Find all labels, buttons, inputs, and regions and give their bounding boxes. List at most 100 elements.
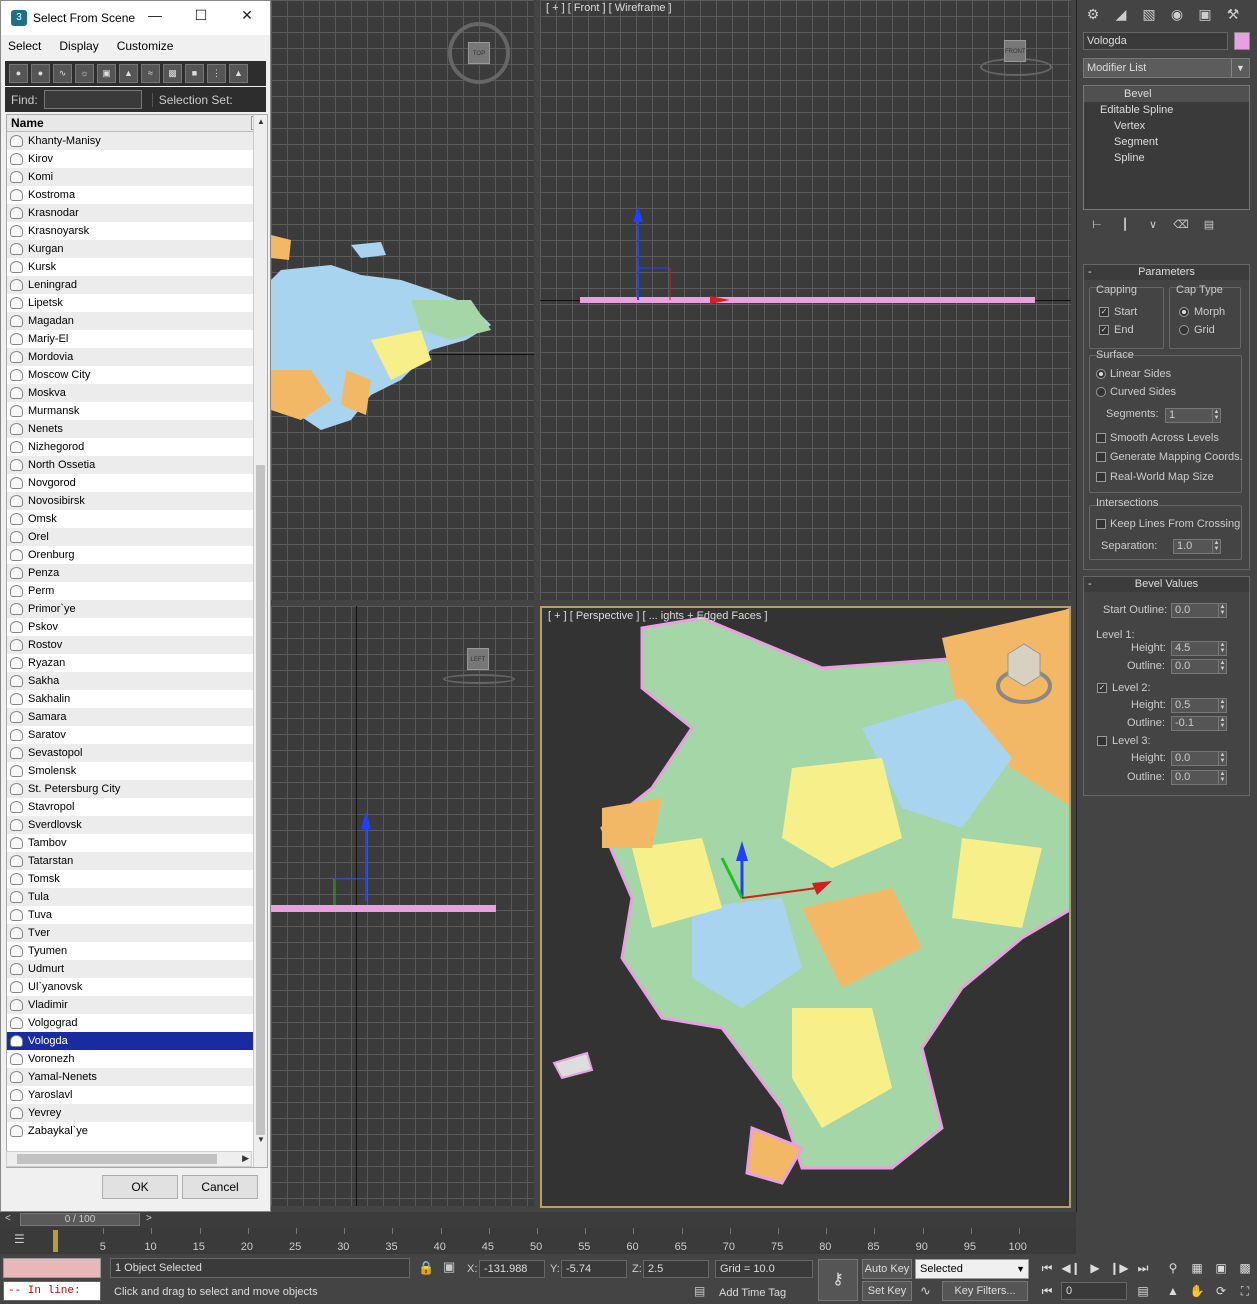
viewport-left[interactable]: LEFT	[271, 606, 534, 1206]
find-input[interactable]	[43, 90, 142, 109]
default-tangent-icon[interactable]: ∿	[920, 1283, 931, 1299]
list-item[interactable]: Vologda	[7, 1032, 253, 1050]
key-mode-icon[interactable]: ⏮	[1037, 1281, 1057, 1301]
zoom-extents-icon[interactable]: ▣	[1211, 1258, 1231, 1278]
list-item[interactable]: Mariy-El	[7, 330, 253, 348]
level2-outline-spinner[interactable]: -0.1 ▲ ▼	[1171, 716, 1227, 731]
auto-key-button[interactable]: Auto Key	[862, 1259, 912, 1279]
curved-sides-radio[interactable]	[1096, 387, 1106, 397]
list-item[interactable]: Leningrad	[7, 276, 253, 294]
configure-sets-icon[interactable]: ▤	[1201, 216, 1217, 234]
close-icon[interactable]: ✕	[236, 7, 258, 29]
viewcube-ring[interactable]	[443, 674, 515, 684]
play-icon[interactable]: ▶	[1085, 1258, 1105, 1278]
start-checkbox[interactable]: ✓	[1099, 307, 1109, 317]
maximize-icon[interactable]: ☐	[190, 7, 212, 29]
hscroll-thumb[interactable]	[17, 1154, 217, 1164]
scroll-right-icon[interactable]: ▶	[242, 1153, 249, 1164]
list-item[interactable]: Tomsk	[7, 870, 253, 888]
viewport-top[interactable]: TOP	[271, 0, 534, 600]
level1-height-spinner[interactable]: 4.5 ▲ ▼	[1171, 641, 1227, 656]
level2-height-spinner[interactable]: 0.5 ▲ ▼	[1171, 698, 1227, 713]
motion-tab-icon[interactable]: ◉	[1165, 4, 1189, 24]
list-item[interactable]: Kirov	[7, 150, 253, 168]
list-item[interactable]: Vladimir	[7, 996, 253, 1014]
time-slider-next-icon[interactable]: >	[146, 1213, 152, 1224]
hierarchy-tab-icon[interactable]: ▧	[1137, 4, 1161, 24]
z-coordinate-field[interactable]: 2.5	[643, 1260, 709, 1278]
cameras-icon[interactable]: ▣	[97, 64, 116, 83]
previous-frame-icon[interactable]: ◀❙	[1061, 1258, 1081, 1278]
list-item[interactable]: Novgorod	[7, 474, 253, 492]
list-item[interactable]: Lipetsk	[7, 294, 253, 312]
maxscript-listener[interactable]	[3, 1258, 101, 1278]
level3-outline-spinner[interactable]: 0.0 ▲ ▼	[1171, 770, 1227, 785]
object-color-swatch[interactable]	[1234, 32, 1250, 50]
list-item[interactable]: Pskov	[7, 618, 253, 636]
zoom-icon[interactable]: ⚲	[1163, 1258, 1183, 1278]
list-item[interactable]: Perm	[7, 582, 253, 600]
list-item[interactable]: Omsk	[7, 510, 253, 528]
list-item[interactable]: Novosibirsk	[7, 492, 253, 510]
viewcube[interactable]: LEFT	[467, 648, 489, 670]
ok-button[interactable]: OK	[102, 1175, 178, 1199]
list-item[interactable]: Tver	[7, 924, 253, 942]
list-item[interactable]: Primor`ye	[7, 600, 253, 618]
minimize-icon[interactable]: —	[144, 7, 166, 29]
spacewarps-icon[interactable]: ≈	[141, 64, 160, 83]
list-item[interactable]: Sakha	[7, 672, 253, 690]
smooth-across-levels-checkbox[interactable]	[1096, 433, 1106, 443]
modifier-list-dropdown[interactable]: Modifier List ▼	[1083, 58, 1250, 78]
list-item[interactable]: Stavropol	[7, 798, 253, 816]
horizontal-scrollbar[interactable]: ▶	[6, 1151, 252, 1167]
vertical-scrollbar[interactable]: ▲ ▼	[253, 115, 267, 1167]
list-item[interactable]: Tyumen	[7, 942, 253, 960]
time-slider-thumb[interactable]: 0 / 100	[20, 1213, 140, 1226]
maximize-viewport-icon[interactable]: ⛶	[1235, 1281, 1255, 1301]
list-item[interactable]: Nizhegorod	[7, 438, 253, 456]
list-item[interactable]: Udmurt	[7, 960, 253, 978]
maxscript-line[interactable]: -- In line:	[3, 1281, 101, 1301]
segments-spinner[interactable]: 1 ▲ ▼	[1165, 408, 1221, 423]
modifier-stack[interactable]: Bevel Editable Spline Vertex Segment Spl…	[1083, 85, 1250, 210]
bevel-values-header[interactable]: - Bevel Values	[1084, 577, 1249, 592]
viewport-front[interactable]: [ + ] [ Front ] [ Wireframe ] FRONT	[540, 0, 1071, 600]
time-slider[interactable]: < 0 / 100 >	[0, 1212, 1076, 1228]
list-item[interactable]: St. Petersburg City	[7, 780, 253, 798]
grid-radio[interactable]	[1179, 325, 1189, 335]
display-all-icon[interactable]: ●	[9, 64, 28, 83]
list-item[interactable]: Sverdlovsk	[7, 816, 253, 834]
orbit-icon[interactable]: ⟳	[1211, 1281, 1231, 1301]
lights-icon[interactable]: ☼	[75, 64, 94, 83]
list-item[interactable]: Krasnoyarsk	[7, 222, 253, 240]
viewcube[interactable]: TOP	[468, 42, 490, 64]
list-item[interactable]: Murmansk	[7, 402, 253, 420]
cancel-button[interactable]: Cancel	[182, 1175, 258, 1199]
track-bar[interactable]: ☰ 5 10 15 20 25 30 35 40 45 50 55 60 65 70 75 80 85 90 95 1…	[0, 1228, 1076, 1254]
list-item[interactable]: Volgograd	[7, 1014, 253, 1032]
remove-modifier-icon[interactable]: ⌫	[1173, 216, 1189, 234]
set-key-button[interactable]: Set Key	[862, 1281, 912, 1301]
level1-outline-spinner[interactable]: 0.0 ▲ ▼	[1171, 659, 1227, 674]
current-frame-field[interactable]: 0	[1061, 1282, 1127, 1300]
stack-item-bevel[interactable]: Bevel	[1084, 86, 1249, 102]
set-key-mode-icon[interactable]: ⚷	[818, 1259, 858, 1301]
key-selection-dropdown[interactable]: Selected ▼	[915, 1259, 1029, 1279]
parameters-header[interactable]: - Parameters	[1084, 265, 1249, 280]
time-slider-prev-icon[interactable]: <	[5, 1213, 11, 1224]
list-item[interactable]: Mordovia	[7, 348, 253, 366]
utilities-tab-icon[interactable]: ⚒	[1221, 4, 1245, 24]
select-from-scene-dialog[interactable]: 3 Select From Scene — ☐ ✕ Select Display…	[0, 0, 271, 1212]
list-item[interactable]: Nenets	[7, 420, 253, 438]
lock-selection-icon[interactable]: 🔒	[418, 1260, 434, 1276]
list-item[interactable]: Ryazan	[7, 654, 253, 672]
list-item[interactable]: Tuva	[7, 906, 253, 924]
absolute-mode-icon[interactable]: ▣	[443, 1259, 455, 1275]
object-list[interactable]: Name ▲ Khanty-Manisy Kirov Komi Kostroma Kra…	[6, 114, 268, 1168]
time-tag-icon[interactable]: ▤	[694, 1284, 705, 1298]
list-item[interactable]: Rostov	[7, 636, 253, 654]
scroll-thumb[interactable]	[256, 465, 265, 1135]
modify-tab-icon[interactable]: ◢	[1109, 4, 1133, 24]
level3-checkbox[interactable]	[1097, 736, 1107, 746]
list-item[interactable]: Khanty-Manisy	[7, 132, 253, 150]
